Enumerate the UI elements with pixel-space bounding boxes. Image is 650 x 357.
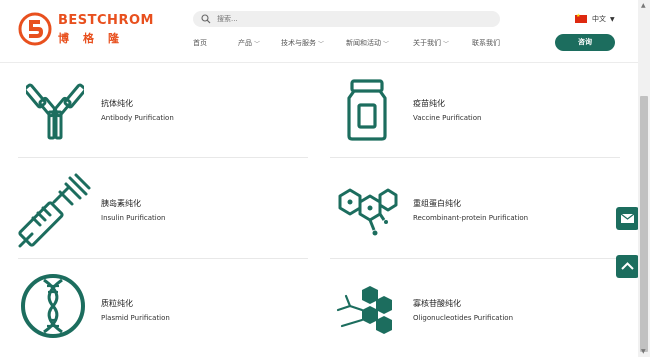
product-card-antibody[interactable]: 抗体纯化 Antibody Purification [18, 78, 308, 148]
product-card-oligonucleotides[interactable]: 寡核苷酸纯化 Oligonucleotides Purification [330, 272, 620, 352]
product-title-en: Recombinant-protein Purification [413, 214, 529, 222]
nav-item-contact[interactable]: 联系我们 [472, 38, 500, 48]
brand-name-en: BESTCHROM [58, 13, 154, 28]
chevron-down-icon: ﹀ [383, 40, 390, 48]
product-title-cn: 质粒纯化 [101, 299, 133, 308]
main-nav: 首页 产品 ﹀ 技术与服务 ﹀ 新闻和活动 ﹀ 关于我们 ﹀ 联系我们 [193, 38, 500, 48]
scrollbar-thumb[interactable] [640, 96, 648, 352]
chevron-down-icon: ﹀ [318, 40, 325, 48]
product-title-en: Oligonucleotides Purification [413, 314, 514, 322]
divider [18, 157, 308, 158]
product-title-cn: 寡核苷酸纯化 [413, 299, 461, 308]
vaccine-bottle-icon [347, 79, 387, 141]
back-to-top-button[interactable] [616, 255, 639, 278]
search-icon [201, 14, 211, 24]
nav-label: 关于我们 [413, 39, 441, 47]
product-title-cn: 抗体纯化 [101, 99, 133, 108]
language-selector[interactable]: 中文 ▼ [575, 12, 615, 26]
divider [330, 157, 620, 158]
language-label: 中文 [592, 15, 606, 23]
bestchrom-logo-icon [18, 12, 52, 46]
chevron-down-icon: ﹀ [443, 40, 450, 48]
product-title-cn: 重组蛋白纯化 [413, 199, 461, 208]
product-title-cn: 胰岛素纯化 [101, 199, 141, 208]
email-contact-button[interactable] [616, 207, 639, 230]
product-card-vaccine[interactable]: 疫苗纯化 Vaccine Purification [330, 78, 620, 148]
syringe-icon [18, 173, 91, 248]
nav-item-about[interactable]: 关于我们 ﹀ [413, 38, 472, 48]
nav-item-products[interactable]: 产品 ﹀ [238, 38, 281, 48]
product-title-en: Plasmid Purification [101, 314, 170, 322]
hexagon-network-icon [336, 286, 392, 334]
page-scrollbar[interactable]: ▲ ▼ [638, 0, 650, 357]
nav-label: 新闻和活动 [346, 39, 381, 47]
consult-button[interactable]: 咨询 [555, 34, 615, 51]
product-title-cn: 疫苗纯化 [413, 99, 445, 108]
chevron-up-icon [621, 262, 634, 270]
scroll-up-arrow-icon[interactable]: ▲ [641, 2, 646, 9]
search-bar[interactable] [193, 11, 500, 27]
product-title-en: Insulin Purification [101, 214, 166, 222]
nav-item-tech-services[interactable]: 技术与服务 ﹀ [281, 38, 346, 48]
brand-logo[interactable]: BESTCHROM 博格隆 [18, 10, 153, 52]
nav-label: 首页 [193, 39, 207, 47]
divider [18, 258, 308, 259]
plasmid-dna-icon [21, 274, 85, 338]
nav-label: 联系我们 [472, 39, 500, 47]
product-card-insulin[interactable]: 胰岛素纯化 Insulin Purification [18, 172, 308, 250]
product-title-en: Antibody Purification [101, 114, 174, 122]
envelope-icon [620, 213, 635, 223]
nav-item-home[interactable]: 首页 [193, 38, 238, 48]
caret-down-icon: ▼ [610, 15, 615, 23]
scroll-down-arrow-icon[interactable]: ▼ [641, 348, 646, 355]
product-card-recombinant-protein[interactable]: 重组蛋白纯化 Recombinant-protein Purification [330, 172, 620, 250]
site-header: BESTCHROM 博格隆 中文 ▼ 首页 产品﹀ 技术与服务﹀ 新闻和活动﹀ … [0, 0, 638, 63]
product-title-en: Vaccine Purification [413, 114, 482, 122]
search-input[interactable] [217, 11, 487, 27]
product-card-plasmid[interactable]: 质粒纯化 Plasmid Purification [18, 272, 308, 352]
nav-label: 技术与服务 [281, 39, 316, 47]
nav-label: 产品 [238, 39, 252, 47]
molecule-icon [338, 188, 398, 236]
divider [330, 258, 620, 259]
china-flag-icon [575, 13, 587, 23]
chevron-down-icon: ﹀ [254, 40, 261, 48]
nav-item-news-events[interactable]: 新闻和活动 ﹀ [346, 38, 413, 48]
brand-name-cn: 博格隆 [58, 32, 133, 45]
antibody-icon [26, 83, 84, 140]
